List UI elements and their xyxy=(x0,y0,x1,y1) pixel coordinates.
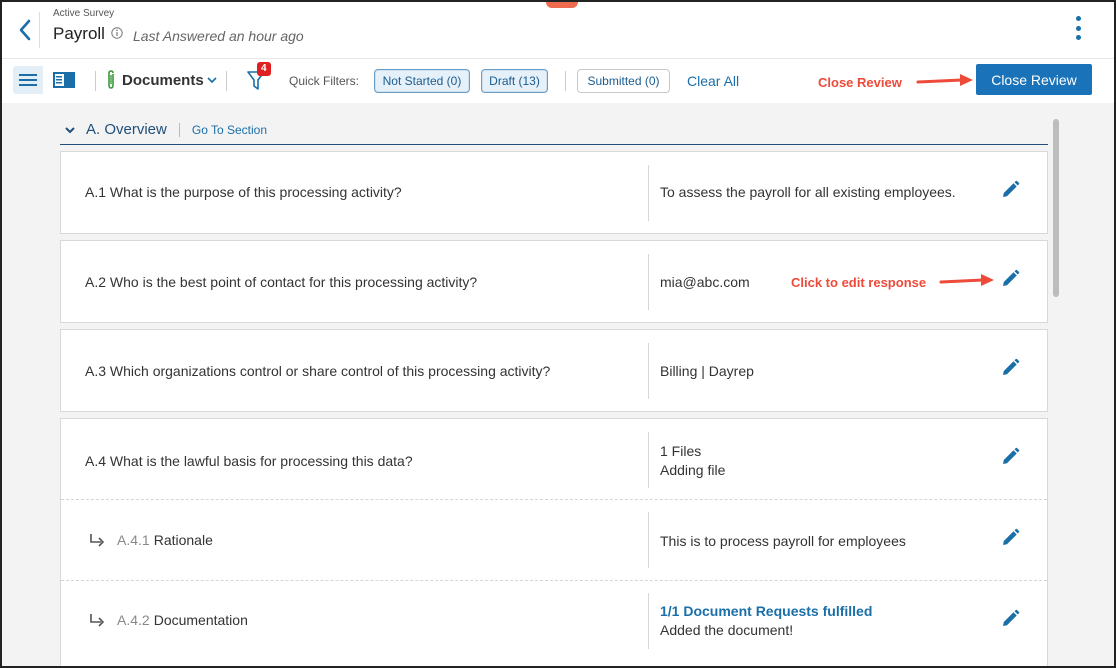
filter-chip-draft[interactable]: Draft (13) xyxy=(481,69,548,93)
section-divider xyxy=(178,122,180,137)
question-text: A.4 What is the lawful basis for process… xyxy=(85,453,413,469)
survey-content: A. Overview Go To Section A.1 What is th… xyxy=(2,103,1114,666)
documents-dropdown[interactable]: Documents xyxy=(106,70,217,90)
column-divider xyxy=(648,254,649,310)
close-review-button[interactable]: Close Review xyxy=(976,64,1092,95)
document-requests-link[interactable]: 1/1 Document Requests fulfilled xyxy=(660,602,872,621)
documents-label: Documents xyxy=(122,71,204,89)
section-title: A. Overview xyxy=(86,121,167,138)
column-divider xyxy=(648,593,649,649)
annotation-arrow-icon xyxy=(916,74,973,86)
pencil-icon xyxy=(1003,609,1020,626)
kebab-dot-icon xyxy=(1075,25,1081,31)
edit-response-button[interactable] xyxy=(998,356,1022,380)
toolbar-divider xyxy=(226,71,227,91)
paperclip-icon xyxy=(108,70,114,89)
question-text: A.3 Which organizations control or share… xyxy=(85,363,551,379)
page-title: Payroll xyxy=(53,24,105,43)
kebab-dot-icon xyxy=(1075,35,1081,40)
row-divider xyxy=(61,580,1047,581)
detail-view-button[interactable] xyxy=(49,66,79,94)
sub-question-number: A.4.1 xyxy=(117,532,150,548)
sub-question-label: Documentation xyxy=(153,612,248,628)
toolbar: Documents 4 Quick Filters: Not Started (… xyxy=(2,58,1114,102)
kebab-dot-icon xyxy=(1075,16,1081,21)
chevron-down-icon[interactable] xyxy=(64,125,76,135)
question-card: A.2 Who is the best point of contact for… xyxy=(60,240,1048,323)
sub-item-arrow-icon xyxy=(90,614,105,627)
toolbar-divider xyxy=(565,71,566,91)
quick-filters-label: Quick Filters: xyxy=(289,74,360,88)
clear-all-link[interactable]: Clear All xyxy=(687,73,739,89)
sub-question-text: A.4.1 Rationale xyxy=(89,532,213,548)
document-requests-text: 1/1 Document Requests fulfilled xyxy=(660,603,873,619)
sub-question-label: Rationale xyxy=(153,532,213,548)
column-divider xyxy=(648,165,649,221)
answer-text: Adding file xyxy=(660,462,726,478)
column-divider xyxy=(648,432,649,488)
pencil-icon xyxy=(1003,269,1020,286)
annotation-edit-response: Click to edit response xyxy=(791,275,927,290)
edit-response-button[interactable] xyxy=(998,267,1022,291)
answer-text: To assess the payroll for all existing e… xyxy=(660,184,956,200)
edit-response-button[interactable] xyxy=(998,607,1022,631)
question-text: A.2 Who is the best point of contact for… xyxy=(85,274,478,290)
annotation-arrow-icon xyxy=(939,274,994,286)
page-header: Active Survey Payroll Last Answered an h… xyxy=(2,2,1114,56)
column-divider xyxy=(648,512,649,568)
pencil-icon xyxy=(1003,180,1020,197)
toolbar-divider xyxy=(95,71,96,91)
answer-text: This is to process payroll for employees xyxy=(660,533,906,549)
question-card: A.3 Which organizations control or share… xyxy=(60,329,1048,412)
filter-count-badge: 4 xyxy=(257,62,271,76)
section-header: A. Overview Go To Section xyxy=(60,115,1048,145)
answer-text: Billing | Dayrep xyxy=(660,363,754,379)
column-divider xyxy=(648,343,649,399)
answer-text: Added the document! xyxy=(660,622,794,638)
sub-item-arrow-icon xyxy=(90,534,105,547)
question-text: A.1 What is the purpose of this processi… xyxy=(85,184,402,200)
go-to-section-link[interactable]: Go To Section xyxy=(192,123,267,137)
app-window: Active Survey Payroll Last Answered an h… xyxy=(0,0,1116,668)
list-icon xyxy=(19,74,37,86)
scrollbar-thumb[interactable] xyxy=(1053,119,1059,297)
sub-question-text: A.4.2 Documentation xyxy=(89,612,248,628)
chevron-down-icon xyxy=(207,77,217,84)
survey-status-label: Active Survey xyxy=(53,8,115,19)
answer-text: mia@abc.com xyxy=(660,274,750,290)
more-options-button[interactable] xyxy=(1068,14,1088,42)
row-divider xyxy=(61,499,1047,500)
panel-view-icon xyxy=(53,72,75,88)
title-row: Payroll Last Answered an hour ago xyxy=(53,24,304,44)
edit-response-button[interactable] xyxy=(998,445,1022,469)
sub-question-number: A.4.2 xyxy=(117,612,150,628)
chevron-left-icon xyxy=(19,19,30,41)
edit-response-button[interactable] xyxy=(998,178,1022,202)
filter-chip-submitted[interactable]: Submitted (0) xyxy=(577,69,670,93)
back-button[interactable] xyxy=(10,12,40,48)
question-card: A.1 What is the purpose of this processi… xyxy=(60,151,1048,234)
answer-file-count: 1 Files xyxy=(660,443,702,459)
question-card: A.4 What is the lawful basis for process… xyxy=(60,418,1048,666)
pencil-icon xyxy=(1003,447,1020,464)
pencil-icon xyxy=(1003,358,1020,375)
last-answered-text: Last Answered an hour ago xyxy=(132,27,304,44)
filter-chip-not-started[interactable]: Not Started (0) xyxy=(374,69,470,93)
pencil-icon xyxy=(1003,528,1020,545)
info-icon[interactable] xyxy=(111,26,123,44)
edit-response-button[interactable] xyxy=(998,526,1022,550)
list-view-button[interactable] xyxy=(13,66,43,94)
annotation-close-review: Close Review xyxy=(818,75,902,90)
